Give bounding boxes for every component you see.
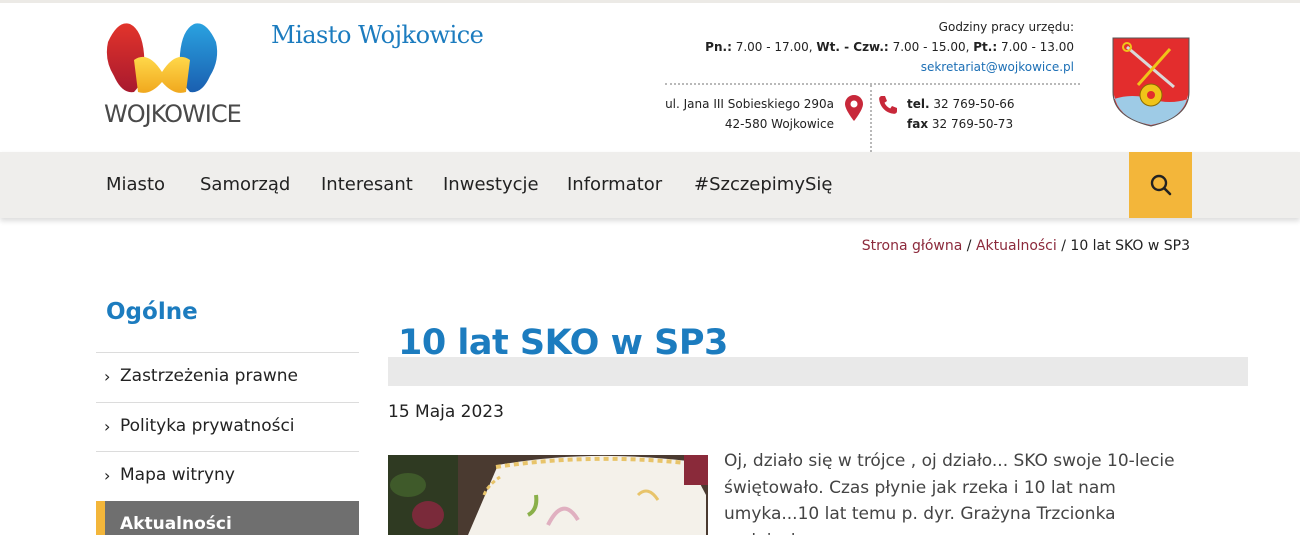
map-pin-icon[interactable]: [845, 95, 863, 121]
sidebar-item-label: Zastrzeżenia prawne: [120, 366, 298, 386]
sidebar-item-aktualnosci[interactable]: Aktualności: [96, 501, 359, 535]
hours-time: 7.00 - 15.00,: [892, 40, 970, 54]
phone-icon: [879, 96, 897, 114]
site-title[interactable]: Miasto Wojkowice: [271, 21, 484, 49]
nav-item-miasto[interactable]: Miasto: [106, 174, 165, 195]
breadcrumb-current: 10 lat SKO w SP3: [1070, 238, 1190, 254]
top-border: [0, 0, 1300, 3]
address-street: ul. Jana III Sobieskiego 290a: [665, 97, 834, 111]
breadcrumb: Strona główna / Aktualności / 10 lat SKO…: [862, 238, 1190, 254]
address: ul. Jana III Sobieskiego 290a 42-580 Woj…: [665, 94, 834, 134]
nav-item-samorzad[interactable]: Samorząd: [200, 174, 290, 195]
chevron-right-icon: ›: [104, 417, 111, 436]
sidebar-item-label: Mapa witryny: [120, 465, 235, 485]
breadcrumb-section[interactable]: Aktualności: [976, 238, 1057, 254]
logo-text: WOJKOWICE: [104, 100, 242, 128]
chevron-right-icon: ›: [104, 466, 111, 485]
tel-number[interactable]: 32 769-50-66: [933, 97, 1014, 111]
hours-time: 7.00 - 17.00,: [735, 40, 813, 54]
phone-row: tel. 32 769-50-66: [907, 94, 1015, 114]
address-city: 42-580 Wojkowice: [724, 117, 834, 131]
divider: [870, 85, 872, 152]
search-icon: [1150, 174, 1172, 196]
email-link[interactable]: sekretariat@wojkowice.pl: [705, 57, 1074, 77]
cake-photo-icon: [388, 455, 708, 535]
breadcrumb-separator: /: [1061, 238, 1066, 254]
article-photo[interactable]: [388, 455, 708, 535]
search-button[interactable]: [1129, 152, 1192, 218]
article-title: 10 lat SKO w SP3: [398, 323, 728, 363]
hours-day: Pn.:: [705, 40, 732, 54]
nav-item-inwestycje[interactable]: Inwestycje: [443, 174, 539, 195]
sidebar-item-zastrzezenia[interactable]: › Zastrzeżenia prawne: [96, 352, 359, 401]
active-indicator: [96, 501, 105, 535]
fax-row: fax 32 769-50-73: [907, 114, 1015, 134]
fax-number: 32 769-50-73: [931, 117, 1014, 131]
article-date: 15 Maja 2023: [388, 402, 504, 422]
contact-numbers: tel. 32 769-50-66 fax 32 769-50-73: [907, 94, 1015, 134]
sidebar-item-label: Polityka prywatności: [120, 416, 295, 436]
site-logo[interactable]: WOJKOWICE: [104, 20, 242, 130]
office-hours: Godziny pracy urzędu: Pn.: 7.00 - 17.00,…: [705, 17, 1074, 77]
hours-day: Wt. - Czw.:: [816, 40, 889, 54]
hours-title: Godziny pracy urzędu:: [938, 20, 1074, 34]
nav-item-informator[interactable]: Informator: [567, 174, 662, 195]
sidebar-item-mapa[interactable]: › Mapa witryny: [96, 451, 359, 500]
tel-label: tel.: [907, 97, 930, 111]
sidebar-item-label: Aktualności: [120, 514, 232, 534]
article-lead: Oj, działo się w trójce , oj działo... S…: [724, 451, 1175, 535]
breadcrumb-home[interactable]: Strona główna: [862, 238, 963, 254]
coat-of-arms-icon[interactable]: [1112, 37, 1190, 127]
chevron-right-icon: ›: [104, 367, 111, 386]
main-nav: Miasto Samorząd Interesant Inwestycje In…: [0, 152, 1300, 218]
divider: [665, 83, 1080, 85]
hours-day: Pt.:: [973, 40, 998, 54]
fax-label: fax: [907, 117, 929, 131]
hours-time: 7.00 - 13.00: [1000, 40, 1074, 54]
sidebar-title: Ogólne: [106, 299, 198, 325]
hours-row: Pn.: 7.00 - 17.00, Wt. - Czw.: 7.00 - 15…: [705, 37, 1074, 57]
nav-item-szczepimysie[interactable]: #SzczepimySię: [694, 174, 833, 195]
logo-mark-icon: [106, 23, 218, 93]
sidebar-item-polityka[interactable]: › Polityka prywatności: [96, 402, 359, 451]
nav-item-interesant[interactable]: Interesant: [321, 174, 413, 195]
breadcrumb-separator: /: [966, 238, 972, 254]
